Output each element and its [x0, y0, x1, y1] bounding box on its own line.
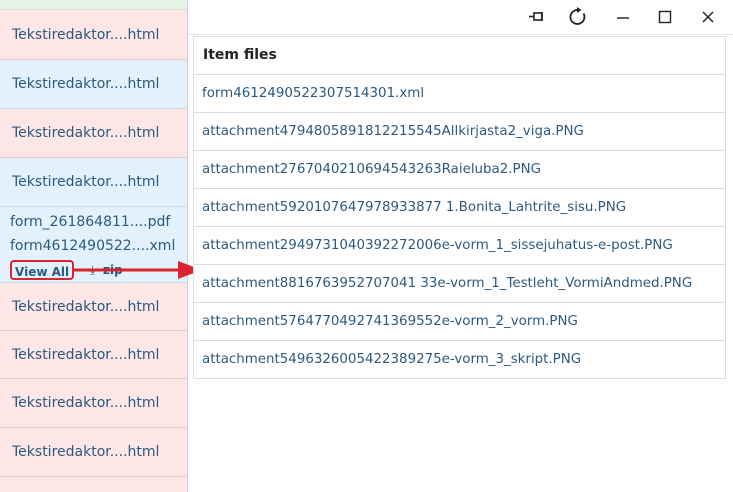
refresh-icon [569, 7, 586, 25]
list-item[interactable]: Tekstiredaktor....html [0, 331, 187, 379]
refresh-button[interactable] [563, 3, 593, 31]
list-row-top-partial [0, 0, 187, 10]
file-link[interactable]: attachment5920107647978933877 1.Bonita_L… [194, 189, 725, 227]
maximize-button[interactable] [650, 3, 680, 31]
list-item-label[interactable]: Tekstiredaktor....html [12, 60, 159, 109]
pin-button[interactable] [522, 3, 552, 31]
list-item-label[interactable]: Tekstiredaktor....html [12, 331, 159, 379]
attachment-xml-link[interactable]: form4612490522....xml [10, 238, 175, 254]
list-item-label[interactable]: Tekstiredaktor....html [12, 158, 159, 207]
file-link[interactable]: attachment4794805891812215545Allkirjasta… [194, 113, 725, 151]
list-item-label[interactable]: Tekstiredaktor....html [12, 283, 159, 331]
annotation-arrow-icon [72, 261, 202, 279]
list-item[interactable]: Tekstiredaktor....html [0, 283, 187, 331]
item-files-header: Item files [194, 37, 725, 75]
list-item-label[interactable]: Tekstiredaktor....html [12, 428, 159, 477]
file-link[interactable]: form4612490522307514301.xml [194, 75, 725, 113]
file-link[interactable]: attachment8816763952707041 33e-vorm_1_Te… [194, 265, 725, 303]
maximize-icon [658, 10, 672, 24]
file-link[interactable]: attachment5496326005422389275e-vorm_3_sk… [194, 341, 725, 378]
attachment-pdf-link[interactable]: form_261864811....pdf [10, 214, 170, 230]
list-item[interactable]: Tekstiredaktor....html [0, 158, 187, 207]
list-item[interactable]: Tekstiredaktor....html [0, 428, 187, 477]
file-link[interactable]: attachment2767040210694543263Raieluba2.P… [194, 151, 725, 189]
view-all-button[interactable]: View All [10, 260, 75, 280]
left-file-list: Tekstiredaktor....html Tekstiredaktor...… [0, 0, 188, 492]
list-item-label[interactable]: Tekstiredaktor....html [12, 10, 159, 60]
file-link[interactable]: attachment5764770492741369552e-vorm_2_vo… [194, 303, 725, 341]
list-item[interactable]: Tekstiredaktor....html [0, 10, 187, 60]
list-item[interactable]: Tekstiredaktor....html [0, 109, 187, 158]
minimize-icon [617, 17, 629, 19]
close-icon [702, 11, 714, 23]
list-item-label[interactable]: Tekstiredaktor....html [12, 379, 159, 428]
minimize-button[interactable] [608, 3, 638, 31]
window-titlebar [188, 0, 733, 35]
item-files-table: Item files form4612490522307514301.xml a… [193, 36, 726, 379]
list-item[interactable]: Tekstiredaktor....html [0, 379, 187, 428]
close-button[interactable] [693, 3, 723, 31]
list-row-bottom-partial [0, 477, 187, 492]
list-item-label[interactable]: Tekstiredaktor....html [12, 109, 159, 158]
file-link[interactable]: attachment2949731040392272006e-vorm_1_si… [194, 227, 725, 265]
list-item[interactable]: Tekstiredaktor....html [0, 60, 187, 109]
pin-icon [529, 12, 543, 21]
